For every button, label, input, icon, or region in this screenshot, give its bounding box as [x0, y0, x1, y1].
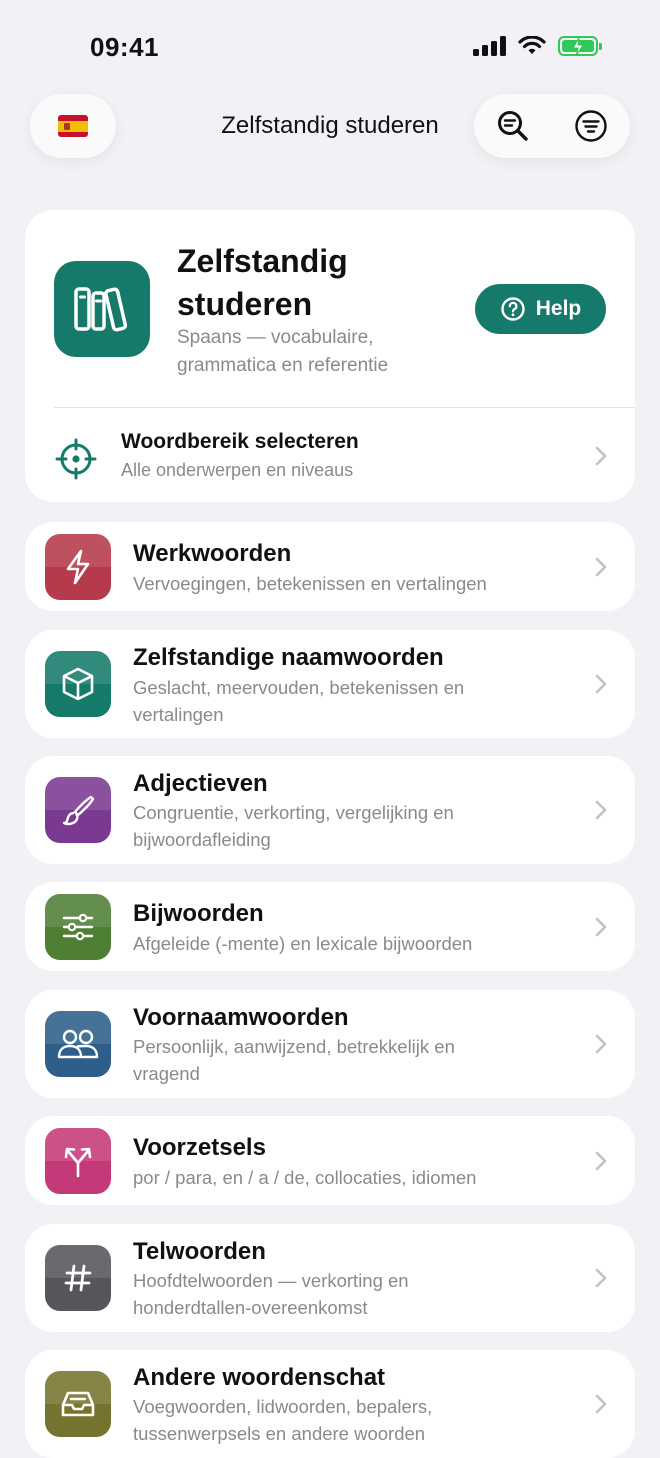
select-word-scope-row[interactable]: Woordbereik selecteren Alle onderwerpen …: [25, 408, 635, 502]
category-row-andere-woordenschat[interactable]: Andere woordenschat Voegwoorden, lidwoor…: [25, 1350, 635, 1458]
category-title: Werkwoorden: [133, 540, 292, 567]
chevron-right-icon: [595, 917, 607, 937]
question-circle-icon: [501, 297, 525, 321]
books-icon: [74, 287, 128, 332]
chevron-right-icon: [595, 557, 607, 577]
filter-button[interactable]: [569, 104, 613, 148]
chevron-right-icon: [595, 1394, 607, 1414]
category-title: Bijwoorden: [133, 900, 264, 927]
navigation-bar: Zelfstandig studeren: [0, 92, 660, 162]
battery-charging-icon: [558, 36, 602, 57]
category-tile: [45, 1128, 111, 1194]
category-title: Voornaamwoorden: [133, 1004, 349, 1031]
category-tile: [45, 651, 111, 717]
category-row-adjectieven[interactable]: Adjectieven Congruentie, verkorting, ver…: [25, 756, 635, 864]
category-subtitle: Geslacht, meervouden, betekenissen en ve…: [133, 677, 465, 725]
chevron-right-icon: [595, 446, 607, 466]
chevron-right-icon: [595, 1268, 607, 1288]
nav-actions: [474, 94, 630, 158]
wifi-icon: [518, 36, 546, 54]
sliders-icon: [62, 913, 94, 941]
paintbrush-icon: [62, 795, 95, 826]
chevron-right-icon: [595, 1151, 607, 1171]
category-title: Voorzetsels: [133, 1134, 266, 1161]
status-time: 09:41: [90, 32, 159, 62]
split-arrow-icon: [64, 1147, 92, 1178]
scope-subtitle: Alle onderwerpen en niveaus: [121, 460, 354, 480]
chevron-right-icon: [595, 1034, 607, 1054]
cube-icon: [62, 667, 94, 701]
chevron-right-icon: [595, 800, 607, 820]
category-row-voorzetsels[interactable]: Voorzetsels por / para, en / a / de, col…: [25, 1116, 635, 1205]
category-tile: [45, 1371, 111, 1437]
category-title: Zelfstandige naamwoorden: [133, 644, 444, 671]
category-tile: [45, 1011, 111, 1077]
category-row-bijwoorden[interactable]: Bijwoorden Afgeleide (-mente) en lexical…: [25, 882, 635, 971]
cellular-signal-icon: [473, 36, 506, 56]
search-icon: [498, 111, 528, 141]
category-tile: [45, 894, 111, 960]
bolt-icon: [66, 549, 90, 585]
category-subtitle: Hoofdtelwoorden — verkorting en honderdt…: [133, 1270, 409, 1318]
nav-title-text: Zelfstandig studeren: [221, 112, 439, 139]
category-title: Andere woordenschat: [133, 1364, 386, 1391]
category-subtitle: por / para, en / a / de, collocaties, id…: [133, 1167, 477, 1188]
filter-icon: [575, 110, 607, 142]
study-header-card: Zelfstandig studeren Spaans — vocabulair…: [25, 210, 635, 502]
target-icon: [55, 438, 97, 480]
hero-title: Zelfstandig studeren: [177, 243, 348, 322]
category-row-zelfstandige-naamwoorden[interactable]: Zelfstandige naamwoorden Geslacht, meerv…: [25, 630, 635, 738]
category-tile: [45, 1245, 111, 1311]
status-bar: 09:41: [0, 0, 660, 90]
category-tile: [45, 534, 111, 600]
help-button[interactable]: Help: [475, 284, 606, 334]
category-subtitle: Vervoegingen, betekenissen en vertalinge…: [133, 573, 487, 594]
category-subtitle: Congruentie, verkorting, vergelijking en…: [133, 802, 454, 850]
category-tile: [45, 777, 111, 843]
category-row-voornaamwoorden[interactable]: Voornaamwoorden Persoonlijk, aanwijzend,…: [25, 990, 635, 1098]
hashtag-icon: [64, 1264, 92, 1292]
category-subtitle: Afgeleide (-mente) en lexicale bijwoorde…: [133, 933, 473, 954]
search-button[interactable]: [491, 104, 535, 148]
help-button-label: Help: [535, 297, 582, 320]
category-title: Telwoorden: [133, 1238, 266, 1265]
hero-subtitle: Spaans — vocabulaire, grammatica en refe…: [177, 327, 389, 376]
scope-title: Woordbereik selecteren: [121, 430, 359, 453]
people-icon: [57, 1029, 99, 1059]
chevron-right-icon: [595, 674, 607, 694]
category-subtitle: Voegwoorden, lidwoorden, bepalers, tusse…: [133, 1396, 433, 1444]
category-row-werkwoorden[interactable]: Werkwoorden Vervoegingen, betekenissen e…: [25, 522, 635, 611]
category-subtitle: Persoonlijk, aanwijzend, betrekkelijk en…: [133, 1036, 455, 1084]
category-row-telwoorden[interactable]: Telwoorden Hoofdtelwoorden — verkorting …: [25, 1224, 635, 1332]
status-icons: [473, 36, 602, 57]
category-title: Adjectieven: [133, 770, 268, 797]
books-app-icon: [54, 261, 150, 357]
tray-icon: [61, 1391, 95, 1417]
